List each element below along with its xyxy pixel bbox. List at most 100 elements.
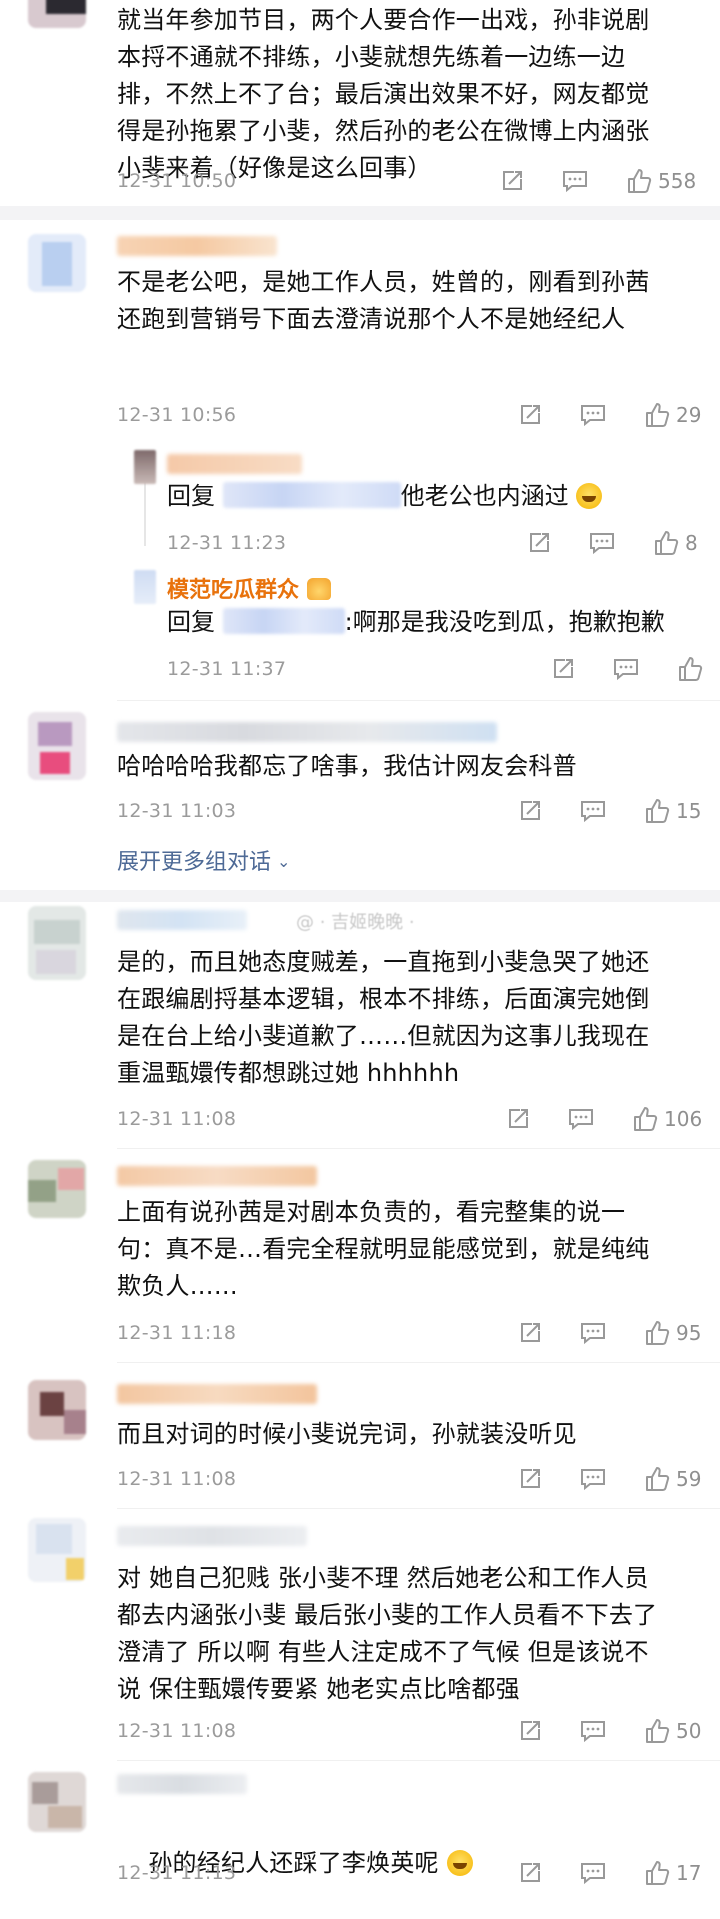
share-button[interactable]: [518, 403, 542, 427]
share-button[interactable]: [518, 1321, 542, 1345]
username-vip[interactable]: 模范吃瓜群众: [167, 572, 331, 604]
username[interactable]: [117, 1384, 317, 1404]
share-button[interactable]: [551, 657, 575, 681]
username[interactable]: [117, 722, 497, 742]
like-button[interactable]: 29: [644, 402, 701, 428]
comment-text: 哈哈哈哈我都忘了啥事，我估计网友会科普: [117, 752, 577, 780]
comment-time: 12-31 11:08: [117, 1468, 237, 1490]
avatar[interactable]: [28, 1380, 86, 1440]
comment-icon: [563, 171, 587, 193]
share-button[interactable]: [518, 1467, 542, 1491]
like-button[interactable]: 95: [644, 1320, 701, 1346]
vip-crown-icon: [306, 578, 331, 600]
reply-body: :啊那是我没吃到瓜，抱歉抱歉: [344, 608, 665, 636]
like-button[interactable]: 50: [644, 1718, 701, 1744]
comment-button[interactable]: [580, 1861, 606, 1885]
share-button[interactable]: [527, 531, 551, 555]
reply-actions: [551, 654, 703, 684]
like-button[interactable]: 17: [644, 1860, 701, 1886]
like-button[interactable]: 59: [644, 1466, 701, 1492]
comment-icon: [590, 533, 614, 555]
share-button[interactable]: [506, 1107, 530, 1131]
expand-more-link[interactable]: 展开更多组对话 ⌄: [117, 844, 290, 876]
like-icon: [646, 1321, 670, 1345]
like-button[interactable]: 8: [653, 530, 698, 556]
comment-button[interactable]: [562, 169, 588, 193]
laugh-emoji-icon: [446, 1850, 473, 1876]
laugh-emoji-icon: [576, 483, 603, 509]
comment-actions: 106: [506, 1104, 702, 1134]
username[interactable]: [117, 1526, 307, 1546]
reply-time: 12-31 11:37: [167, 658, 287, 680]
like-icon: [646, 799, 670, 823]
comment-icon: [581, 405, 605, 427]
avatar[interactable]: [134, 450, 156, 484]
username[interactable]: [117, 236, 277, 256]
like-count: 59: [676, 1467, 702, 1491]
comment-button[interactable]: [568, 1107, 594, 1131]
comment-icon: [569, 1109, 593, 1131]
like-button[interactable]: 15: [644, 798, 701, 824]
avatar[interactable]: [28, 1518, 86, 1582]
comment-text: 是的，而且她态度贼差，一直拖到小斐急哭了她还 在跟编剧捋基本逻辑，根本不排练，后…: [117, 948, 650, 1087]
comment-time: 12-31 10:56: [117, 404, 237, 426]
reply-time: 12-31 11:23: [167, 532, 287, 554]
share-button[interactable]: [518, 1719, 542, 1743]
watermark: @ · 吉姬晚晚 ·: [296, 912, 415, 933]
comment-text: 就当年参加节目，两个人要合作一出戏，孙非说剧 本捋不通就不排练，小斐就想先练着一…: [117, 6, 650, 182]
share-icon: [521, 1469, 540, 1488]
divider: [117, 1508, 720, 1509]
section-divider: [0, 206, 720, 220]
comment-icon: [614, 659, 638, 681]
like-icon: [646, 1719, 670, 1743]
comment-button[interactable]: [589, 531, 615, 555]
share-icon: [521, 801, 540, 820]
like-icon: [646, 403, 670, 427]
like-count: 106: [664, 1107, 703, 1131]
comment-button[interactable]: [580, 403, 606, 427]
avatar[interactable]: [28, 1160, 86, 1218]
like-count: 15: [676, 799, 702, 823]
share-icon: [554, 659, 573, 678]
comment-time: 12-31 11:18: [117, 1322, 237, 1344]
section-divider: [0, 890, 720, 902]
username[interactable]: [117, 910, 247, 930]
chevron-down-icon: ⌄: [277, 852, 291, 871]
username[interactable]: [167, 454, 302, 474]
like-button[interactable]: 106: [632, 1106, 702, 1132]
avatar[interactable]: [28, 906, 86, 980]
share-icon: [521, 405, 540, 424]
avatar[interactable]: [28, 234, 86, 292]
avatar[interactable]: [28, 712, 86, 780]
avatar[interactable]: [28, 0, 86, 28]
username[interactable]: [117, 1166, 317, 1186]
comment-button[interactable]: [580, 1719, 606, 1743]
divider: [117, 700, 720, 701]
username[interactable]: [117, 1774, 247, 1794]
comment-feed: 就当年参加节目，两个人要合作一出戏，孙非说剧 本捋不通就不排练，小斐就想先练着一…: [0, 0, 720, 1904]
comment-button[interactable]: [580, 799, 606, 823]
comment-actions: 50: [518, 1716, 701, 1746]
share-button[interactable]: [518, 1861, 542, 1885]
like-count: 558: [658, 169, 697, 193]
share-button[interactable]: [500, 169, 524, 193]
mentioned-user[interactable]: [222, 482, 401, 508]
comment-button[interactable]: [613, 657, 639, 681]
comment-button[interactable]: [580, 1467, 606, 1491]
comment-icon: [581, 1721, 605, 1743]
comment-text: 而且对词的时候小斐说完词，孙就装没听见: [117, 1420, 577, 1448]
like-count: 95: [676, 1321, 702, 1345]
reply-text: 回复 :啊那是我没吃到瓜，抱歉抱歉: [167, 604, 665, 641]
share-icon: [521, 1863, 540, 1882]
mentioned-user[interactable]: [222, 608, 345, 634]
like-icon: [679, 657, 703, 681]
like-button[interactable]: 558: [626, 168, 696, 194]
avatar[interactable]: [134, 570, 156, 604]
share-button[interactable]: [518, 799, 542, 823]
comment-button[interactable]: [580, 1321, 606, 1345]
reply-prefix: 回复: [167, 608, 215, 636]
comment-time: 12-31 10:50: [117, 170, 237, 192]
divider: [117, 1362, 720, 1363]
avatar[interactable]: [28, 1772, 86, 1832]
like-button[interactable]: [677, 656, 703, 682]
